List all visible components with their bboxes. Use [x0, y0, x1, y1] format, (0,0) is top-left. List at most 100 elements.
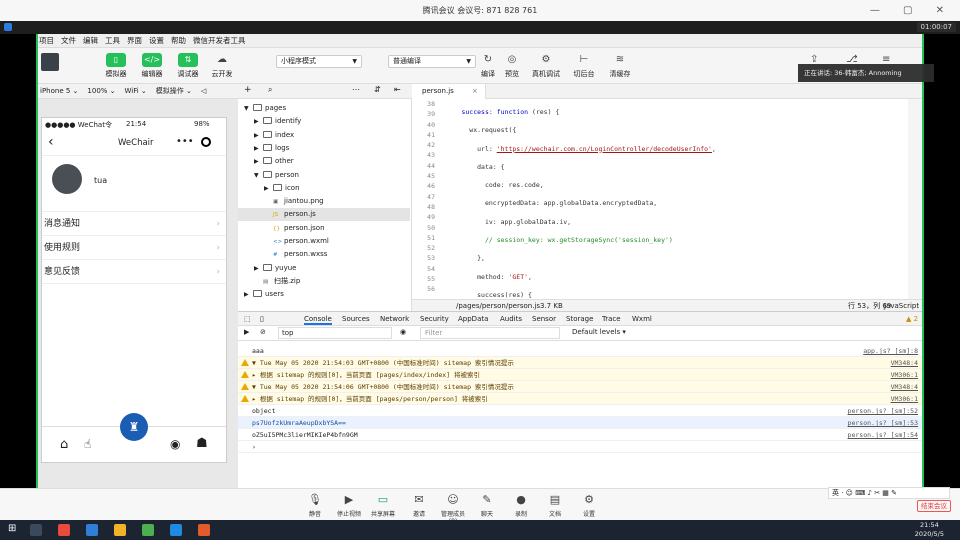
context-select[interactable]: top	[278, 327, 392, 339]
menu-item[interactable]: 文件	[61, 35, 76, 46]
tab-network[interactable]: Network	[380, 315, 409, 323]
wechat-icon[interactable]	[142, 524, 154, 536]
source-link[interactable]: VM306:1	[891, 369, 918, 381]
tab-sensor[interactable]: Sensor	[532, 315, 556, 323]
compile-select[interactable]: 普通编译 ▼	[388, 55, 476, 68]
tree-item[interactable]: ▶ other	[238, 155, 410, 168]
tab-audits[interactable]: Audits	[500, 315, 522, 323]
source-link[interactable]: VM348:4	[891, 357, 918, 369]
settings-button[interactable]: ⚙ 设置	[574, 493, 604, 518]
tree-item[interactable]: ▶ identify	[238, 115, 410, 128]
tree-item[interactable]: # person.wxss	[238, 248, 410, 261]
tab-storage[interactable]: Storage	[566, 315, 593, 323]
menu-item[interactable]: 设置	[149, 35, 164, 46]
menu-item[interactable]: 界面	[127, 35, 142, 46]
tree-item[interactable]: ▼ pages	[238, 102, 410, 115]
tree-item[interactable]: ▶ logs	[238, 142, 410, 155]
debugger-button[interactable]: ⇅ 调试器	[172, 53, 204, 79]
tab-sources[interactable]: Sources	[342, 315, 370, 323]
cloud-button[interactable]: ☁ 云开发	[206, 53, 238, 79]
simulator-option[interactable]: WiFi ⌄	[125, 87, 147, 95]
tree-item[interactable]: ▤ 扫描.zip	[238, 275, 410, 288]
record-button[interactable]: ● 录制	[506, 493, 536, 518]
tree-item[interactable]: ▣ jiantou.png	[238, 195, 410, 208]
taskbar-app-icon[interactable]	[86, 524, 98, 536]
more-icon[interactable]: •••	[176, 136, 194, 147]
simulator-option[interactable]: iPhone 5 ⌄	[40, 87, 78, 95]
mode-select[interactable]: 小程序模式 ▼	[276, 55, 362, 68]
filter-input[interactable]: Filter	[420, 327, 560, 339]
tab-security[interactable]: Security	[420, 315, 449, 323]
hand-icon[interactable]: ☝	[84, 437, 91, 451]
leave-meeting-button[interactable]: 结束会议	[917, 500, 951, 512]
share-screen-button[interactable]: ▭ 共享屏幕	[368, 493, 398, 518]
source-link[interactable]: person.js? [sm]:54	[848, 429, 918, 441]
source-link[interactable]: VM348:4	[891, 381, 918, 393]
device-icon[interactable]: ▯	[260, 315, 264, 323]
menu-item[interactable]: 项目	[39, 35, 54, 46]
home-icon[interactable]: ⌂	[60, 437, 68, 452]
tree-item[interactable]: ▶ yuyue	[238, 262, 410, 275]
simulator-option[interactable]: ◁	[201, 87, 206, 95]
tab-console[interactable]: Console	[304, 315, 332, 325]
tree-item[interactable]: ▼ person	[238, 169, 410, 182]
source-link[interactable]: person.js? [sm]:52	[848, 405, 918, 417]
menu-item[interactable]: 工具	[105, 35, 120, 46]
more-icon[interactable]: ⋯	[352, 85, 360, 94]
eye-icon[interactable]: ◉	[400, 328, 406, 336]
play-icon[interactable]: ▶	[244, 328, 249, 336]
real-device-debug-button[interactable]: ⚙ 真机调试	[528, 53, 564, 79]
source-link[interactable]: app.js? [sm]:8	[863, 345, 918, 357]
chat-button[interactable]: ✎ 聊天	[472, 493, 502, 518]
tree-item[interactable]: ▶ users	[238, 288, 410, 301]
inspect-icon[interactable]: ⬚	[244, 315, 251, 323]
background-button[interactable]: ⊢ 切后台	[568, 53, 600, 79]
tree-item[interactable]: <> person.wxml	[238, 235, 410, 248]
simulator-option[interactable]: 100% ⌄	[87, 87, 115, 95]
user-icon[interactable]: ☗	[196, 436, 208, 451]
search-icon[interactable]	[30, 524, 42, 536]
sort-icon[interactable]: ⇵	[374, 85, 381, 94]
source-link[interactable]: VM306:1	[891, 393, 918, 405]
tree-item[interactable]: {} person.json	[238, 222, 410, 235]
tab-appdata[interactable]: AppData	[458, 315, 488, 323]
tree-item[interactable]: ▶ index	[238, 129, 410, 142]
window-controls[interactable]: — ▢ ✕	[870, 0, 954, 21]
editor-button[interactable]: </> 编辑器	[136, 53, 168, 79]
collapse-icon[interactable]: ⇤	[394, 85, 401, 94]
invite-button[interactable]: ✉ 邀请	[404, 493, 434, 518]
windows-start-icon[interactable]: ⊞	[8, 523, 20, 535]
taskbar-app-icon[interactable]	[198, 524, 210, 536]
tree-item[interactable]: ▶ icon	[238, 182, 410, 195]
folder-icon[interactable]	[114, 524, 126, 536]
capsule-close-icon[interactable]	[201, 137, 211, 147]
menu-item[interactable]: 编辑	[83, 35, 98, 46]
avatar[interactable]	[41, 53, 59, 71]
tree-item[interactable]: JS person.js	[238, 208, 410, 222]
simulator-option[interactable]: 模拟操作 ⌄	[156, 86, 192, 96]
code-editor[interactable]: success: function (res) { wx.request({ u…	[438, 99, 908, 299]
tab-person-js[interactable]: person.js ×	[412, 84, 486, 99]
clear-icon[interactable]: ⊘	[260, 328, 266, 336]
back-icon[interactable]: ‹	[48, 134, 54, 150]
list-item[interactable]: 使用规则 ›	[42, 236, 226, 260]
taskbar-app-icon[interactable]	[58, 524, 70, 536]
list-item[interactable]: 消息通知 ›	[42, 212, 226, 236]
meeting-icon[interactable]	[170, 524, 182, 536]
close-icon[interactable]: ×	[472, 87, 478, 95]
list-item[interactable]: 意见反馈 ›	[42, 260, 226, 284]
menu-item[interactable]: 微信开发者工具	[193, 35, 246, 46]
docs-button[interactable]: ▤ 文档	[540, 493, 570, 518]
tab-wxml[interactable]: Wxml	[632, 315, 652, 323]
menu-item[interactable]: 帮助	[171, 35, 186, 46]
clear-cache-button[interactable]: ≋ 清缓存	[604, 53, 636, 79]
chair-icon[interactable]: ♜	[120, 413, 148, 441]
simulator-button[interactable]: ▯ 模拟器	[100, 53, 132, 79]
preview-button[interactable]: ◎ 预览	[496, 53, 528, 79]
ime-bar[interactable]: 英 · ☺ ⌨ ♪ ✂ ▦ ✎	[828, 487, 950, 499]
video-button[interactable]: ▶ 停止视频	[334, 493, 364, 518]
levels-select[interactable]: Default levels ▾	[572, 328, 626, 336]
eye-icon[interactable]: ◉	[170, 437, 180, 451]
warning-count[interactable]: ▲ 2	[906, 315, 918, 323]
add-icon[interactable]: +	[244, 85, 252, 95]
